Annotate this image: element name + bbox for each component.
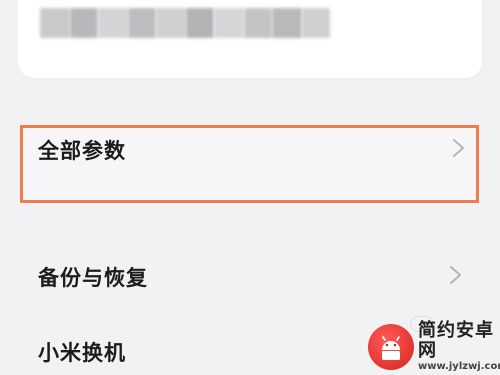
android-logo-icon (368, 323, 414, 370)
watermark-url: www.jylzwj.com (418, 360, 500, 372)
device-info-card (18, 0, 482, 78)
backup-restore-row[interactable]: 备份与恢复 (20, 248, 479, 304)
chevron-right-icon (450, 266, 461, 284)
mi-mover-row[interactable]: 小米换机 (20, 325, 360, 375)
watermark: 简约安卓网 www.jylzwj.com (368, 318, 500, 375)
all-params-row[interactable]: 全部参数 (20, 125, 479, 203)
mi-mover-label: 小米换机 (38, 341, 126, 365)
blurred-device-name (40, 8, 330, 38)
chevron-right-icon (453, 139, 464, 157)
watermark-title: 简约安卓网 (418, 320, 494, 361)
all-params-label: 全部参数 (38, 139, 126, 163)
backup-restore-label: 备份与恢复 (38, 266, 148, 290)
